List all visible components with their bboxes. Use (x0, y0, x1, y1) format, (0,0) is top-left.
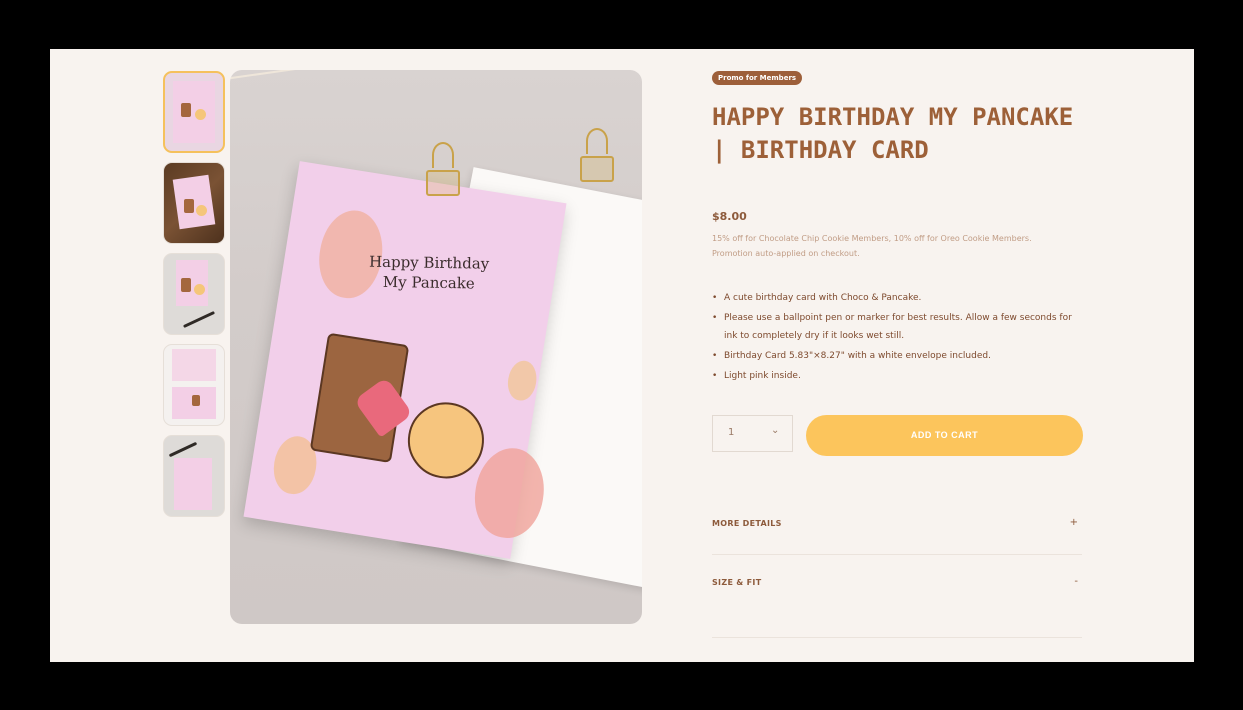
product-page: Happy Birthday My Pancake Promo for Memb… (50, 49, 1194, 662)
quantity-value: 1 (728, 427, 735, 438)
thumbnail-gallery (163, 71, 225, 526)
thumbnail-3[interactable] (163, 253, 225, 335)
feature-item: Please use a ballpoint pen or marker for… (712, 309, 1084, 345)
promo-badge: Promo for Members (712, 71, 803, 85)
divider (712, 554, 1082, 555)
thumbnail-5[interactable] (163, 435, 225, 517)
add-to-cart-button[interactable]: ADD TO CART (806, 415, 1083, 456)
minus-icon: - (1074, 576, 1078, 587)
feature-item: Birthday Card 5.83"×8.27" with a white e… (712, 347, 1084, 365)
promo-note: 15% off for Chocolate Chip Cookie Member… (712, 234, 1032, 258)
feature-list: A cute birthday card with Choco & Pancak… (712, 289, 1084, 387)
accordion-label: SIZE & FIT (712, 578, 762, 587)
feature-item: Light pink inside. (712, 367, 1084, 385)
product-price: $8.00 (712, 210, 747, 223)
card-greeting: Happy Birthday My Pancake (368, 252, 490, 293)
product-main-image[interactable]: Happy Birthday My Pancake (230, 70, 642, 624)
thumbnail-4[interactable] (163, 344, 225, 426)
thumbnail-2[interactable] (163, 162, 225, 244)
accordion-label: MORE DETAILS (712, 519, 782, 528)
product-title: HAPPY BIRTHDAY MY PANCAKE | BIRTHDAY CAR… (712, 103, 1074, 164)
divider (712, 637, 1082, 638)
quantity-select[interactable]: 1 ⌄ (712, 415, 793, 452)
plus-icon: + (1069, 517, 1078, 528)
chevron-down-icon: ⌄ (771, 425, 780, 436)
feature-item: A cute birthday card with Choco & Pancak… (712, 289, 1084, 307)
thumbnail-1[interactable] (163, 71, 225, 153)
